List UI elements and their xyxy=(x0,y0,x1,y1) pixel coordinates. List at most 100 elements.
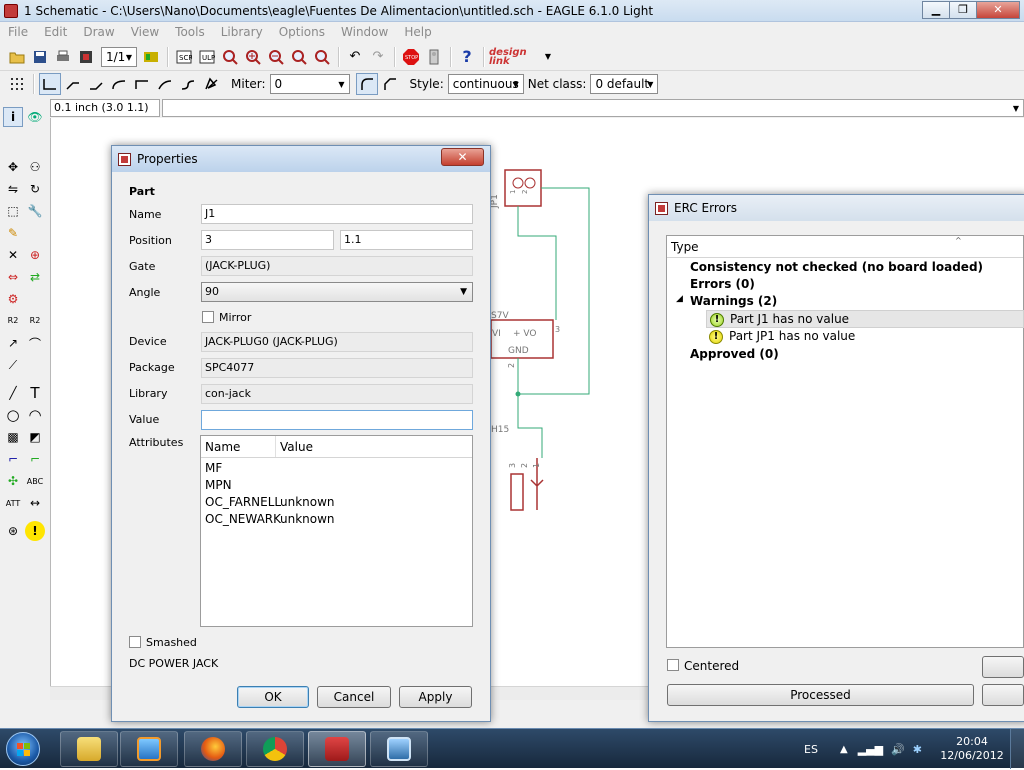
taskbar-photo-viewer[interactable] xyxy=(370,731,428,767)
cam-processor-icon[interactable] xyxy=(75,46,97,68)
junction-icon[interactable]: ✣ xyxy=(3,471,23,491)
miter-icon[interactable]: ⌒ xyxy=(25,333,45,353)
smashed-checkbox[interactable] xyxy=(129,636,141,648)
table-row[interactable]: MF xyxy=(201,460,472,477)
clock[interactable]: 20:04 12/06/2012 xyxy=(934,735,1010,763)
delete-icon[interactable]: ✕ xyxy=(3,245,23,265)
open-folder-icon[interactable] xyxy=(6,46,28,68)
table-row[interactable]: MPN xyxy=(201,477,472,494)
erc-warnings[interactable]: Warnings (2) xyxy=(690,294,777,308)
group-icon[interactable]: ⬚ xyxy=(3,201,23,221)
polygon-icon[interactable]: ◩ xyxy=(25,427,45,447)
zoom-to-fit-icon[interactable] xyxy=(219,46,241,68)
wire-bend-1-icon[interactable] xyxy=(62,73,84,95)
paste-icon[interactable]: ✎ xyxy=(3,223,23,243)
wire-bend-4-icon[interactable] xyxy=(131,73,153,95)
attribute-icon[interactable]: ATT xyxy=(3,493,23,513)
zoom-in-icon[interactable] xyxy=(242,46,264,68)
erc-consistency[interactable]: Consistency not checked (no board loaded… xyxy=(690,260,983,274)
rect-icon[interactable]: ▩ xyxy=(3,427,23,447)
undo-icon[interactable]: ↶ xyxy=(344,46,366,68)
label-icon[interactable]: ABC xyxy=(25,471,45,491)
board-icon[interactable] xyxy=(140,46,162,68)
erc-side-button-2[interactable] xyxy=(982,684,1024,706)
wire-bend-5-icon[interactable] xyxy=(154,73,176,95)
name-field[interactable]: J1 xyxy=(201,204,473,224)
erc-type-header[interactable]: Type ^ xyxy=(667,236,1023,258)
show-hidden-icons-icon[interactable]: ▲ xyxy=(840,744,848,755)
erc-icon[interactable]: ⊛ xyxy=(3,521,23,541)
save-icon[interactable] xyxy=(29,46,51,68)
wire-bend-7-icon[interactable] xyxy=(200,73,222,95)
copy-icon[interactable]: ⚇ xyxy=(25,157,45,177)
erc-approved[interactable]: Approved (0) xyxy=(690,347,779,361)
language-indicator[interactable]: ES xyxy=(804,743,818,756)
menu-draw[interactable]: Draw xyxy=(75,25,122,39)
mirror-checkbox[interactable] xyxy=(202,311,214,323)
volume-icon[interactable]: 🔊 xyxy=(891,743,905,756)
miter-select[interactable]: 0 ▼ xyxy=(269,74,350,94)
design-link-button[interactable]: design link xyxy=(489,46,541,68)
erc-errors[interactable]: Errors (0) xyxy=(690,277,755,291)
menu-help[interactable]: Help xyxy=(396,25,439,39)
show-desktop-button[interactable] xyxy=(1010,729,1024,769)
move-icon[interactable]: ✥ xyxy=(3,157,23,177)
script-icon[interactable]: SCR xyxy=(173,46,195,68)
errors-icon[interactable]: ! xyxy=(25,521,45,541)
name-icon[interactable]: R2 xyxy=(3,311,23,331)
miter-round-icon[interactable] xyxy=(355,73,378,95)
attr-col-name[interactable]: Name xyxy=(201,436,276,457)
mirror-icon[interactable]: ⇋ xyxy=(3,179,23,199)
menu-tools[interactable]: Tools xyxy=(167,25,213,39)
close-button[interactable]: ✕ xyxy=(976,1,1020,19)
wire-bend-2-icon[interactable] xyxy=(85,73,107,95)
erc-warning-item-selected[interactable]: ! Part J1 has no value xyxy=(706,310,1024,328)
add-part-icon[interactable]: ⊕ xyxy=(25,245,45,265)
bluetooth-icon[interactable]: ✱ xyxy=(913,743,922,756)
wire-bend-0-icon[interactable] xyxy=(39,73,61,95)
start-button[interactable] xyxy=(6,732,40,766)
net-icon[interactable]: ⌐ xyxy=(25,449,45,469)
wire-icon[interactable]: ╱ xyxy=(3,383,23,403)
split-icon[interactable]: ⟋ xyxy=(3,355,23,375)
rotate-icon[interactable]: ↻ xyxy=(25,179,45,199)
redraw-icon[interactable] xyxy=(288,46,310,68)
taskbar-firefox[interactable] xyxy=(184,731,242,767)
print-icon[interactable] xyxy=(52,46,74,68)
taskbar-chrome[interactable] xyxy=(246,731,304,767)
stop-icon[interactable]: STOP xyxy=(400,46,422,68)
taskbar-eagle[interactable] xyxy=(308,731,366,767)
pinswap-icon[interactable]: ⇔ xyxy=(3,267,23,287)
taskbar-media-player[interactable] xyxy=(120,731,178,767)
menu-edit[interactable]: Edit xyxy=(36,25,75,39)
wire-bend-3-icon[interactable] xyxy=(108,73,130,95)
net-class-select[interactable]: 0 default ▼ xyxy=(590,74,659,94)
position-x-field[interactable]: 3 xyxy=(201,230,334,250)
text-icon[interactable]: T xyxy=(25,383,45,403)
table-row[interactable]: OC_NEWARK unknown xyxy=(201,511,472,528)
help-icon[interactable]: ? xyxy=(456,46,478,68)
position-y-field[interactable]: 1.1 xyxy=(340,230,473,250)
wire-bend-6-icon[interactable] xyxy=(177,73,199,95)
menu-options[interactable]: Options xyxy=(271,25,333,39)
grid-dots-icon[interactable] xyxy=(6,73,28,95)
value-field[interactable] xyxy=(201,410,473,430)
erc-side-button[interactable] xyxy=(982,656,1024,678)
cancel-button[interactable]: Cancel xyxy=(317,686,391,708)
centered-checkbox[interactable] xyxy=(667,659,679,671)
miter-straight-icon[interactable] xyxy=(379,73,401,95)
style-select[interactable]: continuous ▼ xyxy=(447,74,524,94)
menu-file[interactable]: File xyxy=(0,25,36,39)
maximize-button[interactable]: ❐ xyxy=(949,1,977,19)
menu-library[interactable]: Library xyxy=(213,25,271,39)
angle-select[interactable]: 90 ▼ xyxy=(201,282,473,302)
attributes-list[interactable]: Name Value MF MPN OC_FARNELL unknown OC_N… xyxy=(200,435,473,627)
value-icon[interactable]: R2 xyxy=(25,311,45,331)
redo-icon[interactable]: ↷ xyxy=(367,46,389,68)
attr-col-value[interactable]: Value xyxy=(276,436,313,457)
processed-button[interactable]: Processed xyxy=(667,684,974,706)
network-signal-icon[interactable]: ▂▄▆ xyxy=(858,743,883,756)
zoom-select[interactable]: 1/1 ▼ xyxy=(101,46,137,67)
replace-icon[interactable]: ⚙ xyxy=(3,289,23,309)
collapse-triangle-icon[interactable]: ◢ xyxy=(676,294,683,304)
